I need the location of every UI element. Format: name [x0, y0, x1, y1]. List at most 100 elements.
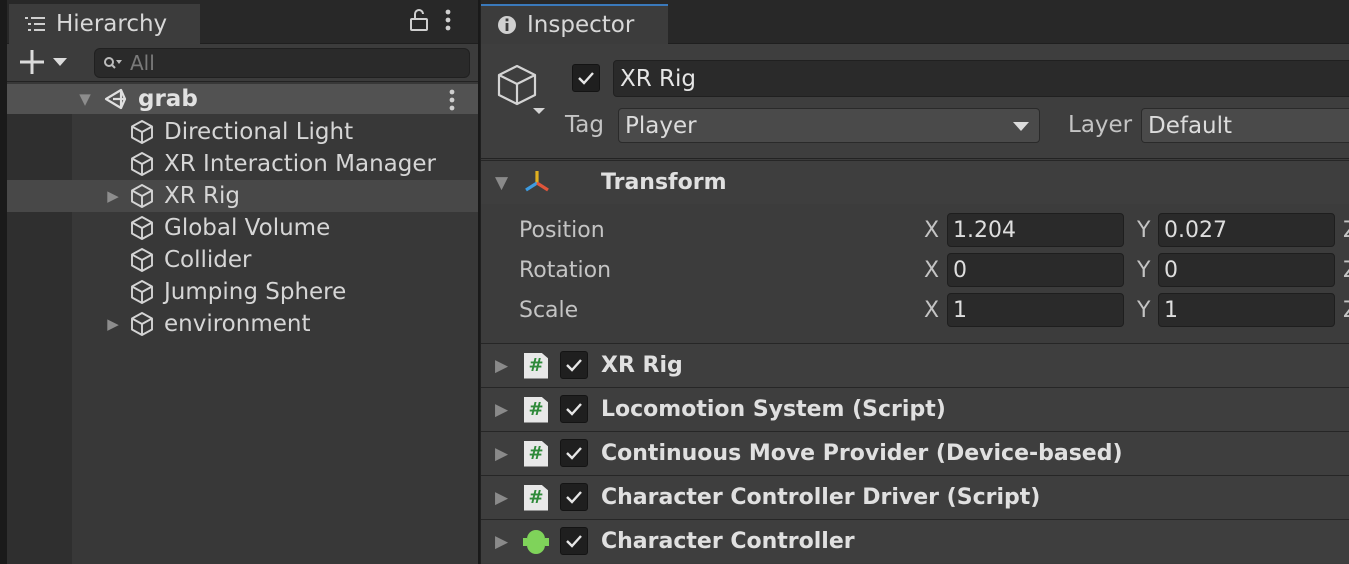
axis-z-label: Z [1343, 258, 1349, 283]
create-dropdown-button[interactable] [19, 46, 77, 78]
expand-arrow-icon[interactable]: ▶ [495, 532, 508, 552]
hierarchy-search-input[interactable]: All [94, 48, 470, 78]
window-edge [0, 0, 7, 564]
expand-arrow-icon[interactable]: ▶ [495, 356, 508, 376]
component-title: Character Controller Driver (Script) [601, 485, 1041, 510]
transform-row: RotationX0Y0Z [481, 253, 1349, 289]
y-field[interactable]: 0 [1158, 253, 1335, 287]
hierarchy-item[interactable]: Global Volume [7, 212, 478, 244]
hierarchy-item-label: XR Interaction Manager [164, 151, 436, 177]
component-enabled-checkbox[interactable] [560, 439, 588, 467]
script-icon: # [524, 484, 548, 511]
capsule-icon [523, 530, 549, 554]
component-title: Continuous Move Provider (Device-based) [601, 441, 1123, 466]
scene-menu-icon[interactable] [449, 89, 455, 111]
tag-dropdown[interactable]: Player [618, 108, 1040, 143]
tag-label: Tag [565, 112, 604, 138]
active-checkbox[interactable] [572, 64, 600, 92]
component-header[interactable]: ▶ # Locomotion System (Script) [481, 387, 1349, 431]
cube-icon [129, 183, 155, 209]
cube-icon [129, 119, 155, 145]
cube-icon [129, 247, 155, 273]
hierarchy-item-label: environment [164, 311, 311, 337]
list-icon [25, 17, 45, 31]
gameobject-icon[interactable] [493, 62, 549, 118]
transform-row-label: Position [519, 218, 605, 243]
hierarchy-item-label: Collider [164, 247, 252, 273]
tab-label: Hierarchy [56, 11, 168, 37]
component-enabled-checkbox[interactable] [560, 351, 588, 379]
checkmark-icon [566, 447, 582, 460]
hierarchy-item[interactable]: Directional Light [7, 116, 478, 148]
script-icon: # [524, 440, 548, 467]
unity-scene-icon [104, 88, 127, 110]
transform-gizmo-icon [525, 171, 549, 192]
hierarchy-item[interactable]: XR Interaction Manager [7, 148, 478, 180]
x-field[interactable]: 1 [947, 293, 1124, 327]
scene-row[interactable]: ▼ grab [7, 84, 478, 114]
lock-icon[interactable] [409, 8, 429, 32]
hierarchy-item[interactable]: ▶ XR Rig [7, 180, 478, 212]
transform-row: Position X 1.204 Y 0.027 Z [481, 213, 1349, 249]
component-title: Character Controller [601, 529, 855, 554]
layer-dropdown[interactable]: Default [1141, 108, 1349, 143]
cube-icon [129, 215, 155, 241]
expand-arrow-icon[interactable]: ▶ [495, 488, 508, 508]
component-title: Locomotion System (Script) [601, 397, 946, 422]
checkmark-icon [578, 72, 594, 85]
component-enabled-checkbox[interactable] [560, 483, 588, 511]
hierarchy-tree: ▼ grab Directional Light XR Interaction M… [7, 84, 478, 564]
expand-arrow-icon[interactable]: ▶ [495, 444, 508, 464]
axis-x-label: X [924, 258, 940, 283]
axis-z-label: Z [1343, 298, 1349, 323]
axis-x-label: X [924, 218, 940, 243]
script-icon: # [524, 396, 548, 423]
hierarchy-item-label: Jumping Sphere [164, 279, 347, 305]
x-field[interactable]: 1.204 [947, 213, 1124, 247]
transform-body: PositionX1.204Y0.027ZRotationX0Y0ZScaleX… [481, 205, 1349, 343]
transform-row: ScaleX1Y1Z [481, 293, 1349, 329]
x-field[interactable]: 0 [947, 253, 1124, 287]
component-header[interactable]: ▶ # Continuous Move Provider (Device-based… [481, 431, 1349, 475]
cube-icon [129, 279, 155, 305]
hierarchy-item[interactable]: ▶ environment [7, 308, 478, 340]
y-value: 0.027 [1164, 217, 1227, 243]
component-enabled-checkbox[interactable] [560, 527, 588, 555]
tab-inspector[interactable]: Inspector [481, 4, 668, 44]
checkmark-icon [566, 359, 582, 372]
expand-arrow-icon[interactable]: ▼ [77, 90, 93, 108]
component-header[interactable]: ▶ # XR Rig [481, 343, 1349, 387]
tab-hierarchy[interactable]: Hierarchy [9, 4, 200, 44]
tab-label: Inspector [527, 12, 635, 38]
hierarchy-item[interactable]: Jumping Sphere [7, 276, 478, 308]
component-header[interactable]: ▶ # Character Controller Driver (Script) [481, 475, 1349, 519]
hierarchy-tab-tools [409, 8, 451, 32]
layer-label: Layer [1068, 112, 1133, 138]
hierarchy-item-label: XR Rig [164, 183, 241, 209]
object-name-text: XR Rig [620, 65, 697, 92]
y-field[interactable]: 1 [1158, 293, 1335, 327]
y-field[interactable]: 0.027 [1158, 213, 1335, 247]
inspector-tab-bar: Inspector [481, 0, 1349, 44]
chevron-down-icon [53, 58, 67, 66]
transform-title: Transform [601, 170, 727, 195]
collapse-arrow-icon[interactable]: ▼ [495, 173, 508, 193]
info-icon [498, 16, 516, 34]
object-header: XR Rig Tag Player Layer Default [481, 44, 1349, 159]
search-placeholder: All [130, 51, 155, 75]
kebab-menu-icon[interactable] [445, 9, 451, 31]
component-enabled-checkbox[interactable] [560, 395, 588, 423]
component-header[interactable]: ▶ Character Controller [481, 519, 1349, 563]
cube-icon [129, 151, 155, 177]
expand-arrow-icon[interactable]: ▶ [105, 315, 121, 333]
hierarchy-panel: Hierarchy All ▼ grab Directional Light X… [0, 0, 478, 564]
expand-arrow-icon[interactable]: ▶ [495, 400, 508, 420]
y-value: 0 [1164, 257, 1178, 283]
object-name-field[interactable]: XR Rig [613, 60, 1349, 97]
expand-arrow-icon[interactable]: ▶ [105, 187, 121, 205]
x-value: 0 [953, 257, 967, 283]
hierarchy-item-label: Global Volume [164, 215, 331, 241]
hierarchy-item[interactable]: Collider [7, 244, 478, 276]
inspector-panel: Inspector XR Rig Tag Player Layer Defaul… [480, 0, 1349, 564]
transform-header[interactable]: ▼ Transform [481, 160, 1349, 204]
